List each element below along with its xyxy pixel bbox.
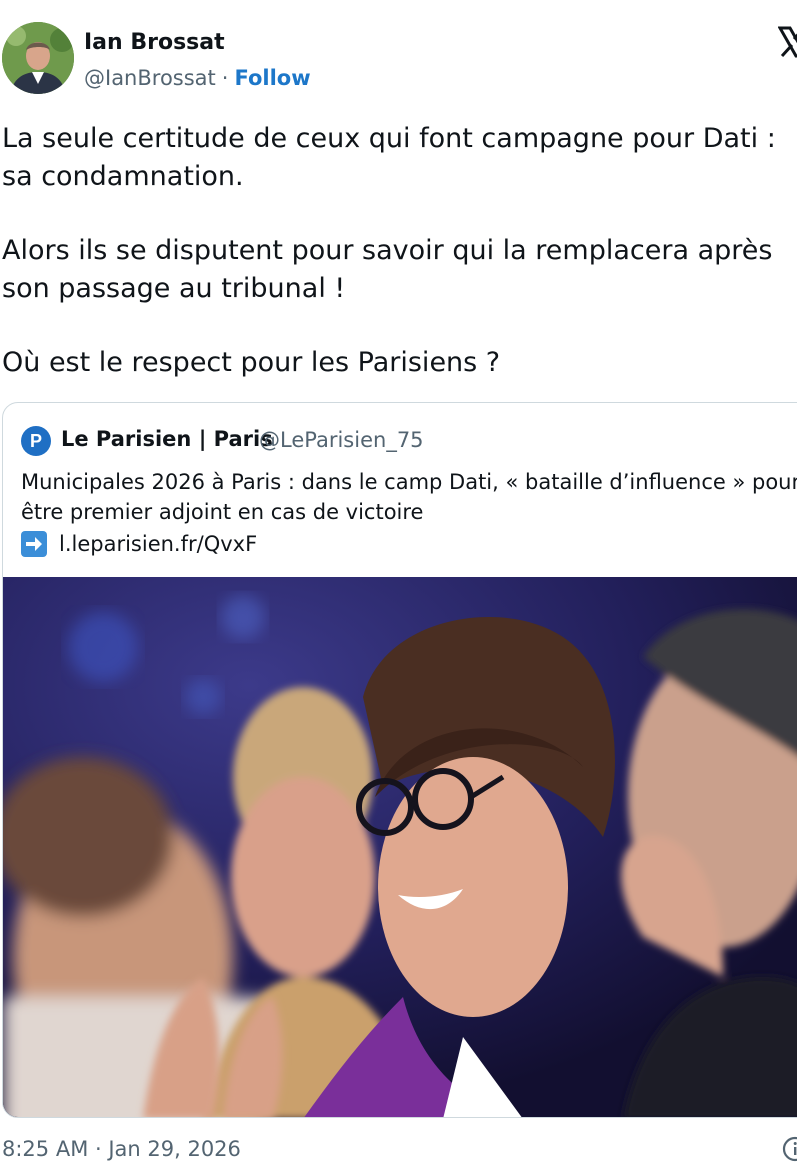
avatar-image: [2, 22, 74, 94]
meta-separator: ·: [221, 66, 229, 90]
author-handle[interactable]: @IanBrossat: [84, 66, 216, 90]
tweet-paragraph: Alors ils se disputent pour savoir qui l…: [2, 235, 773, 304]
right-arrow-icon: [21, 531, 47, 557]
author-name[interactable]: Ian Brossat: [84, 30, 225, 55]
author-avatar[interactable]: [2, 22, 74, 94]
tweet-timestamp[interactable]: 8:25 AM · Jan 29, 2026: [2, 1137, 241, 1161]
logo-letter: P: [29, 430, 42, 451]
quoted-photo[interactable]: [3, 577, 797, 1117]
photo-image: [3, 577, 797, 1117]
quoted-author-handle[interactable]: @LeParisien_75: [259, 428, 424, 452]
author-meta: @IanBrossat · Follow: [84, 66, 311, 90]
x-logo-icon[interactable]: [778, 26, 797, 58]
le-parisien-logo[interactable]: P: [21, 426, 51, 456]
tweet-card: Ian Brossat @IanBrossat · Follow La seule …: [0, 0, 797, 1165]
tweet-paragraph: Où est le respect pour les Parisiens ?: [2, 347, 501, 378]
info-icon[interactable]: [782, 1136, 797, 1162]
quoted-text: Municipales 2026 à Paris : dans le camp …: [21, 470, 797, 524]
quoted-tweet[interactable]: P Le Parisien | Paris @LeParisien_75 Mun…: [2, 402, 797, 1118]
quoted-author-name[interactable]: Le Parisien | Paris: [61, 427, 273, 451]
tweet-paragraph: La seule certitude de ceux qui font camp…: [2, 123, 776, 192]
quoted-link[interactable]: l.leparisien.fr/QvxF: [59, 532, 257, 556]
tweet-text: La seule certitude de ceux qui font camp…: [2, 120, 797, 382]
quoted-link-row: l.leparisien.fr/QvxF: [21, 531, 257, 557]
follow-button[interactable]: Follow: [234, 66, 310, 90]
